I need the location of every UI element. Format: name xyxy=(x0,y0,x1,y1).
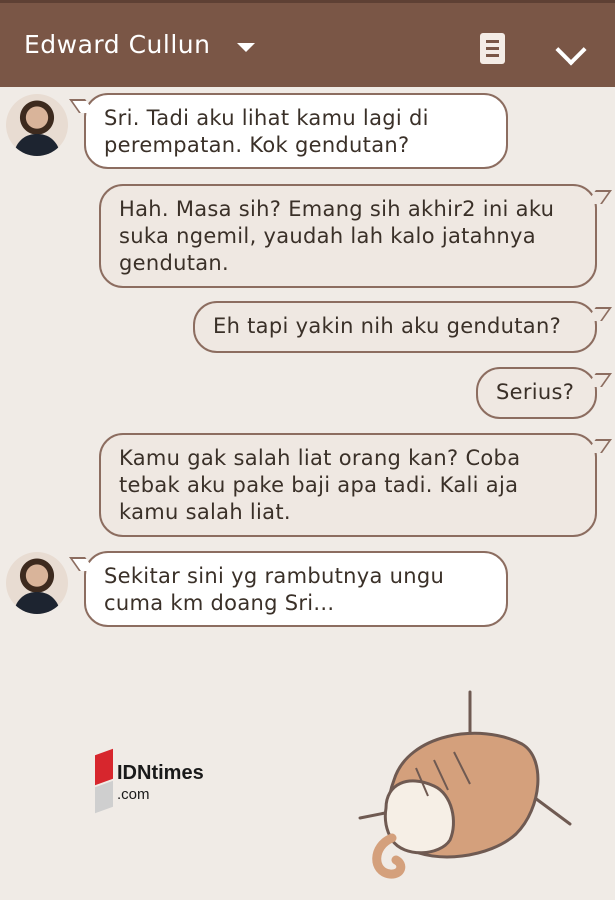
message-text: Serius? xyxy=(496,380,575,404)
logo-mark-red xyxy=(95,748,113,786)
document-menu-icon[interactable] xyxy=(480,33,505,64)
logo-brand-text: IDNtimes xyxy=(117,762,204,784)
message-text: Kamu gak salah liat orang kan? Coba teba… xyxy=(119,446,521,524)
avatar[interactable] xyxy=(6,552,68,614)
message-bubble-outgoing: Hah. Masa sih? Emang sih akhir2 ini aku … xyxy=(99,184,597,288)
message-text: Sri. Tadi aku lihat kamu lagi di perempa… xyxy=(104,106,429,157)
message-bubble-incoming: Sri. Tadi aku lihat kamu lagi di perempa… xyxy=(84,93,508,169)
logo-domain-text: .com xyxy=(117,786,150,803)
message-bubble-outgoing: Eh tapi yakin nih aku gendutan? xyxy=(193,301,597,353)
caret-down-icon[interactable] xyxy=(237,43,255,52)
chevron-down-icon[interactable] xyxy=(555,34,587,66)
message-bubble-outgoing: Serius? xyxy=(476,367,597,419)
avatar[interactable] xyxy=(6,94,68,156)
message-text: Hah. Masa sih? Emang sih akhir2 ini aku … xyxy=(119,197,555,275)
message-text: Eh tapi yakin nih aku gendutan? xyxy=(213,314,562,338)
chat-header: Edward Cullun xyxy=(0,0,615,87)
message-text: Sekitar sini yg rambutnya ungu cuma km d… xyxy=(104,564,445,615)
cat-sticker[interactable] xyxy=(350,688,580,888)
logo-mark-grey xyxy=(95,780,113,814)
message-bubble-outgoing: Kamu gak salah liat orang kan? Coba teba… xyxy=(99,433,597,537)
contact-name[interactable]: Edward Cullun xyxy=(24,30,210,59)
message-bubble-incoming: Sekitar sini yg rambutnya ungu cuma km d… xyxy=(84,551,508,627)
